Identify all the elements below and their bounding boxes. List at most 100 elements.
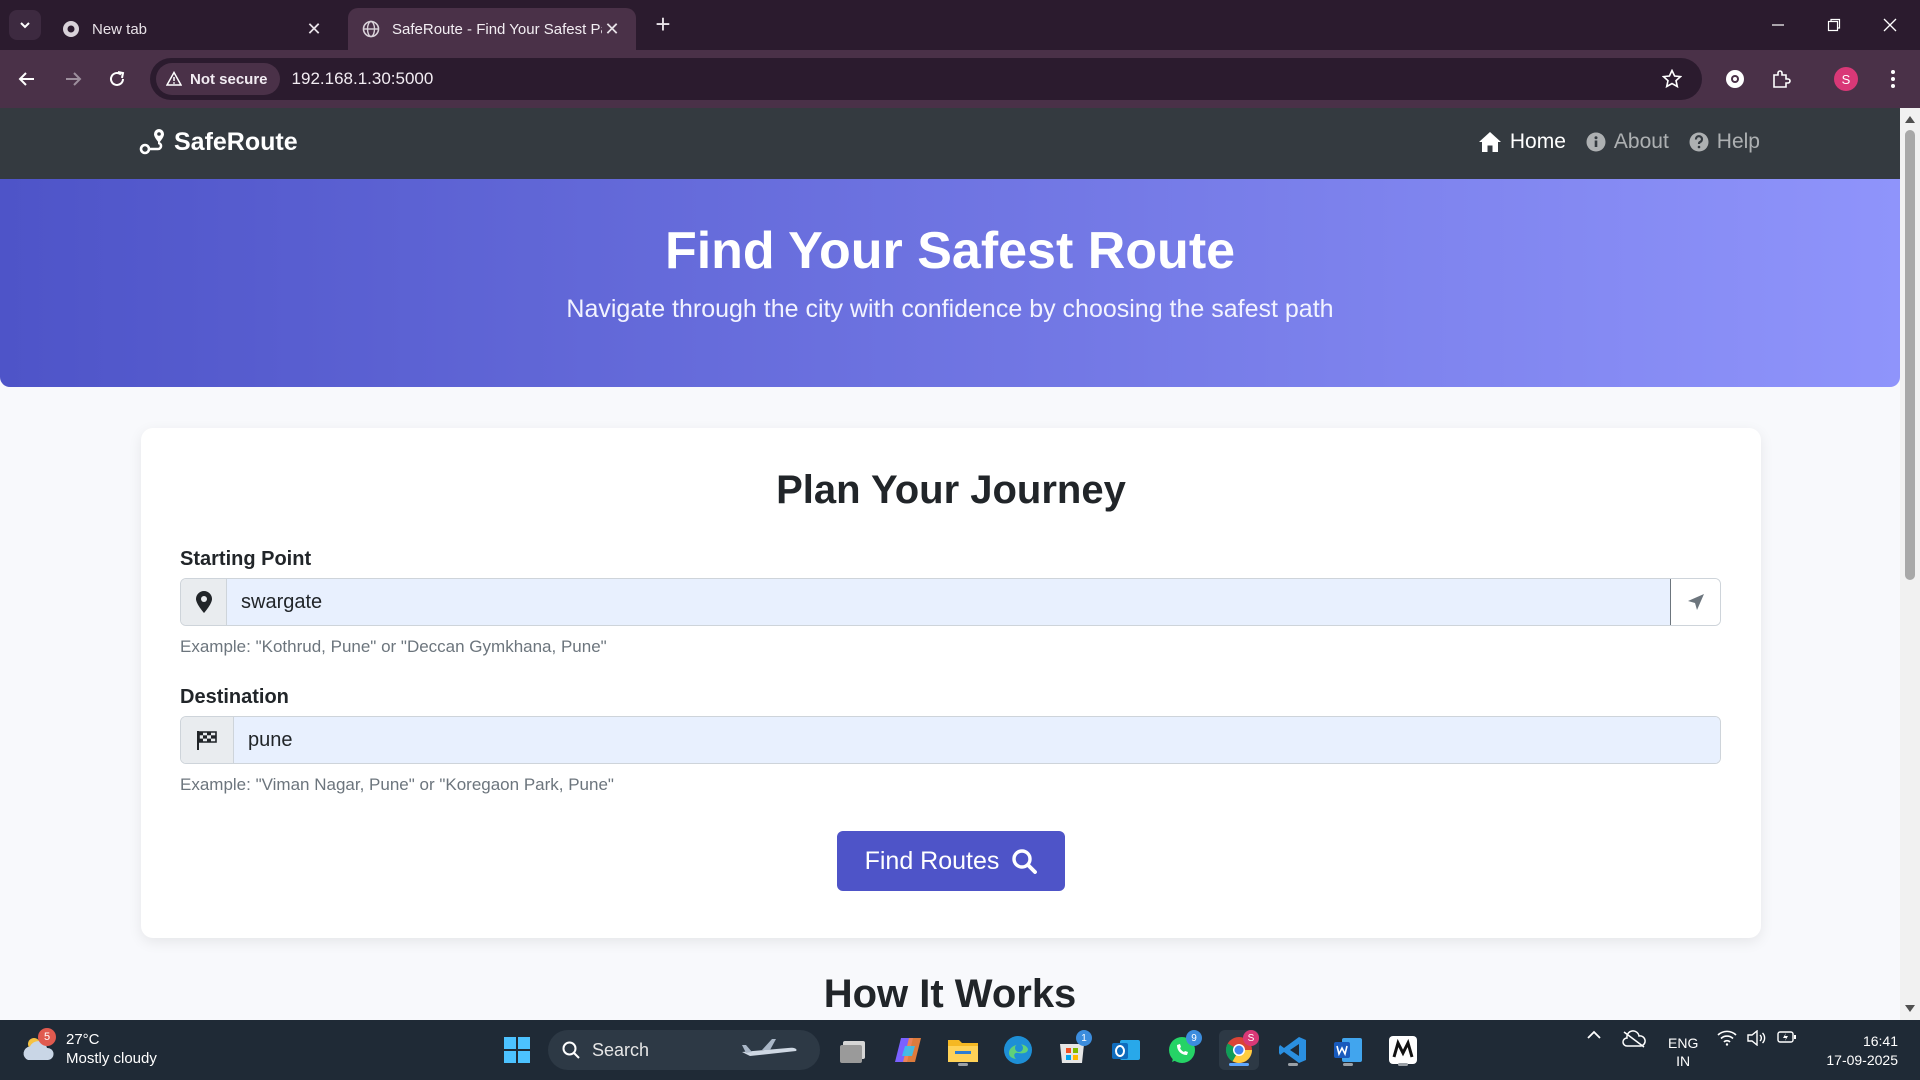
planner-title: Plan Your Journey — [776, 468, 1126, 512]
hero-subtitle: Navigate through the city with confidenc… — [566, 295, 1334, 323]
forward-button[interactable] — [56, 62, 90, 96]
avatar: S — [1834, 67, 1858, 91]
task-view-button[interactable] — [834, 1030, 874, 1070]
page-scrollbar[interactable] — [1900, 108, 1920, 1020]
browser-menu-button[interactable] — [1876, 62, 1910, 96]
google-lens-button[interactable] — [1718, 62, 1752, 96]
close-window-button[interactable] — [1870, 10, 1910, 40]
profile-button[interactable]: S — [1829, 62, 1863, 96]
volume-icon — [1747, 1030, 1766, 1046]
extensions-button[interactable] — [1764, 62, 1798, 96]
outlook-icon — [1112, 1040, 1140, 1060]
reload-icon — [110, 71, 125, 86]
whatsapp-button[interactable]: 9 — [1162, 1030, 1202, 1070]
battery-icon — [1777, 1031, 1796, 1043]
word-button[interactable] — [1328, 1030, 1368, 1070]
outlook-button[interactable] — [1106, 1030, 1146, 1070]
search-label: Search — [592, 1039, 650, 1060]
language-indicator[interactable]: ENG IN — [1668, 1034, 1698, 1070]
close-icon[interactable]: ✕ — [602, 19, 622, 39]
security-indicator[interactable]: Not secure — [156, 63, 280, 95]
how-it-works-title: How It Works — [823, 972, 1077, 1016]
app-icon — [1389, 1036, 1417, 1064]
notion-like-app-button[interactable] — [1383, 1030, 1423, 1070]
edge-button[interactable] — [998, 1030, 1038, 1070]
vscode-icon — [1279, 1037, 1306, 1063]
vscode-button[interactable] — [1273, 1030, 1313, 1070]
nav-link-label: About — [1613, 130, 1669, 153]
scroll-thumb[interactable] — [1905, 130, 1915, 580]
starting-point-input[interactable] — [227, 579, 1670, 625]
store-badge: 1 — [1076, 1030, 1092, 1046]
nav-link-label: Help — [1716, 130, 1760, 153]
site-navbar: SafeRoute Home About Help — [0, 108, 1900, 179]
arrow-right-icon — [66, 72, 82, 86]
tab-new-tab[interactable]: New tab ✕ — [48, 8, 338, 50]
clock-time: 16:41 — [1862, 1033, 1898, 1049]
scroll-up-icon[interactable] — [1904, 114, 1916, 124]
security-label: Not secure — [190, 70, 268, 88]
route-icon — [139, 128, 164, 154]
nav-link-label: Home — [1509, 130, 1566, 153]
running-indicator — [958, 1063, 968, 1066]
wifi-icon — [1717, 1030, 1737, 1046]
lens-icon — [1726, 70, 1744, 88]
destination-label: Destination — [180, 686, 289, 708]
running-indicator — [1343, 1063, 1353, 1066]
weather-desc: Mostly cloudy — [66, 1050, 157, 1067]
weather-temp: 27°C — [66, 1031, 100, 1048]
nav-link-home[interactable]: Home — [1478, 130, 1566, 154]
scroll-down-icon[interactable] — [1904, 1004, 1916, 1014]
onedrive-button[interactable] — [1620, 1030, 1648, 1048]
home-icon — [1478, 132, 1501, 152]
nav-links: Home About Help — [1478, 130, 1760, 154]
weather-widget[interactable]: 5 27°C Mostly cloudy — [20, 1028, 157, 1068]
file-explorer-button[interactable] — [943, 1030, 983, 1070]
running-indicator — [1229, 1063, 1249, 1066]
word-icon — [1334, 1038, 1362, 1062]
puzzle-icon — [1773, 70, 1791, 88]
system-clock[interactable]: 16:41 17-09-2025 — [1812, 1032, 1898, 1070]
starting-point-hint: Example: "Kothrud, Pune" or "Deccan Gymk… — [180, 637, 607, 656]
tab-saferoute[interactable]: SafeRoute - Find Your Safest Pa ✕ — [348, 8, 636, 50]
find-routes-button[interactable]: Find Routes — [837, 831, 1065, 891]
flag-checkered-icon — [197, 731, 217, 750]
minimize-button[interactable] — [1758, 10, 1798, 40]
nav-link-about[interactable]: About — [1586, 130, 1669, 154]
chrome-taskbar-button[interactable]: S — [1219, 1030, 1259, 1070]
destination-hint: Example: "Viman Nagar, Pune" or "Koregao… — [180, 775, 614, 794]
clock-date: 17-09-2025 — [1826, 1052, 1898, 1068]
microsoft-store-button[interactable]: 1 — [1052, 1030, 1092, 1070]
tab-search-button[interactable] — [9, 10, 41, 40]
start-prepend — [181, 579, 227, 625]
use-current-location-button[interactable] — [1670, 579, 1720, 625]
hero-title: Find Your Safest Route — [664, 222, 1236, 280]
battery-button[interactable] — [1776, 1030, 1798, 1044]
restore-button[interactable] — [1814, 10, 1854, 40]
browser-tab-bar: New tab ✕ SafeRoute - Find Your Safest P… — [0, 0, 1920, 50]
destination-input[interactable] — [234, 717, 1720, 763]
back-button[interactable] — [10, 62, 44, 96]
brand-name: SafeRoute — [174, 128, 298, 156]
chevron-down-icon — [20, 22, 30, 29]
start-button[interactable] — [497, 1030, 537, 1070]
question-icon — [1689, 132, 1709, 152]
cloud-off-icon — [1622, 1030, 1646, 1048]
search-icon — [562, 1041, 580, 1059]
tab-title: SafeRoute - Find Your Safest Pa — [392, 20, 602, 38]
page-viewport: SafeRoute Home About Help Find Your Safe… — [0, 108, 1900, 1020]
new-tab-button[interactable]: + — [650, 11, 676, 38]
taskbar-search[interactable]: Search — [548, 1030, 820, 1070]
reload-button[interactable] — [100, 62, 134, 96]
star-icon[interactable] — [1662, 69, 1682, 89]
chevron-up-icon — [1587, 1030, 1601, 1039]
show-hidden-icons-button[interactable] — [1582, 1030, 1606, 1040]
volume-button[interactable] — [1746, 1030, 1768, 1046]
address-bar[interactable]: Not secure 192.168.1.30:5000 — [150, 58, 1702, 100]
wifi-button[interactable] — [1716, 1030, 1738, 1046]
close-icon[interactable]: ✕ — [304, 19, 324, 39]
copilot-button[interactable] — [888, 1030, 928, 1070]
nav-link-help[interactable]: Help — [1689, 130, 1760, 154]
chrome-profile-badge: S — [1243, 1030, 1259, 1046]
site-brand[interactable]: SafeRoute — [138, 128, 298, 157]
